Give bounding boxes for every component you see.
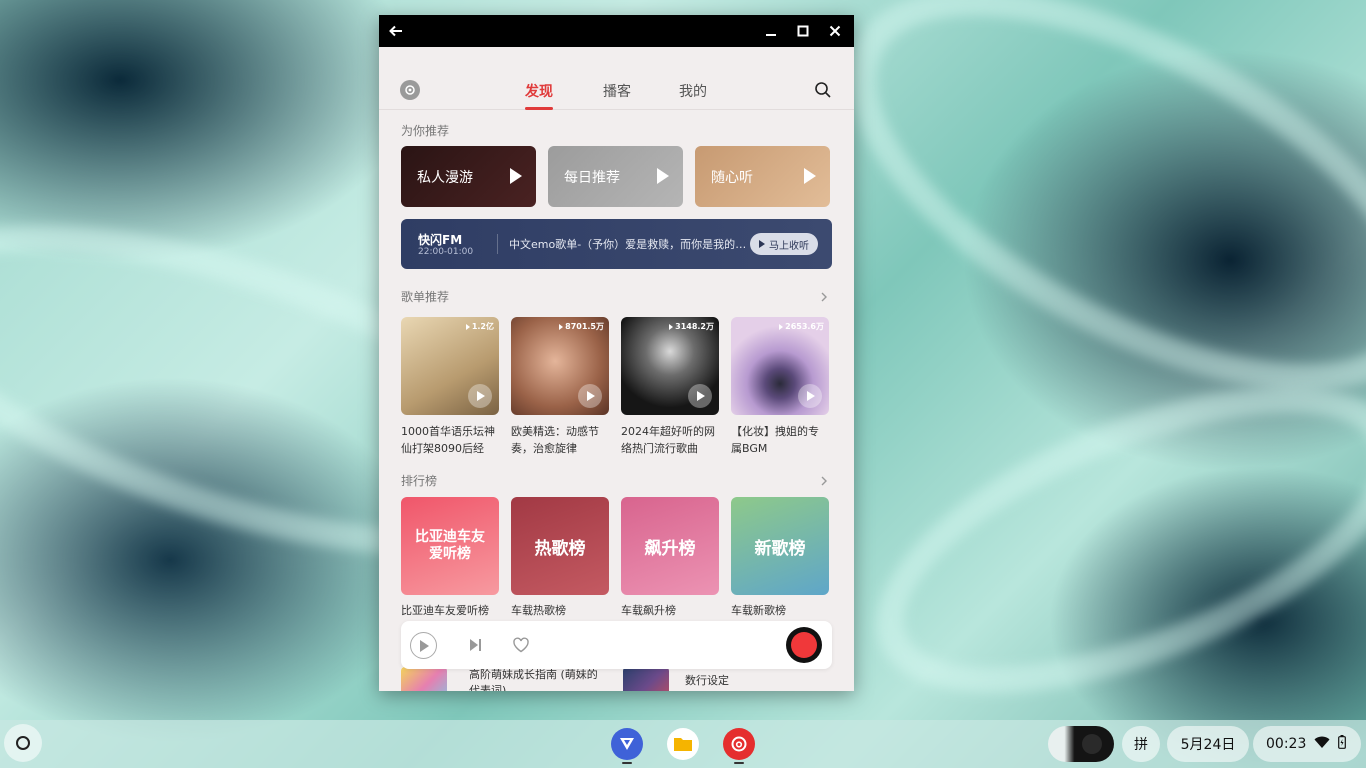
rec-card-label: 每日推荐 (564, 169, 620, 186)
tote-holding-space[interactable] (1048, 726, 1114, 762)
play-icon (804, 168, 816, 184)
playlist-cover: 8701.5万 (511, 317, 609, 415)
playlist-cover: 3148.2万 (621, 317, 719, 415)
date-tray[interactable]: 5月24日 (1167, 726, 1249, 762)
fm-name: 快闪FM (418, 233, 463, 247)
dock-running-indicator (622, 762, 632, 764)
search-icon[interactable] (814, 81, 832, 99)
battery-icon (1338, 735, 1347, 753)
ranking-title: 车载热歌榜 (511, 604, 566, 617)
launcher-circle-icon (16, 736, 30, 750)
maximize-icon[interactable] (794, 22, 812, 40)
back-arrow-icon[interactable] (387, 22, 405, 40)
ranking-cover: 比亚迪车友爱听榜 (401, 497, 499, 595)
ranking-card[interactable]: 热歌榜 车载热歌榜 (511, 497, 609, 618)
chevron-right-icon[interactable] (819, 471, 829, 486)
playlist-title: 欧美精选：动感节奏，治愈旋律 (511, 425, 599, 455)
playlist-title: 2024年超好听的网络热门流行歌曲 (621, 425, 715, 455)
play-icon[interactable] (578, 384, 602, 408)
rec-card-daily[interactable]: 每日推荐 (548, 146, 683, 207)
status-tray[interactable]: 00:23 (1253, 726, 1361, 762)
rec-card-random[interactable]: 随心听 (695, 146, 830, 207)
play-button-icon[interactable] (410, 632, 437, 659)
tab-mine[interactable]: 我的 (679, 81, 707, 101)
list-item-title: 高阶萌妹成长指南 (萌妹的代表词) (469, 668, 598, 691)
playlist-cover: 1.2亿 (401, 317, 499, 415)
ranking-title: 车载新歌榜 (731, 604, 786, 617)
app-header: 发现 播客 我的 (379, 47, 854, 110)
ranking-cover: 飙升榜 (621, 497, 719, 595)
skip-next-icon[interactable] (467, 637, 483, 653)
ime-indicator[interactable]: 拼 (1122, 726, 1160, 762)
playlist-title: 1000首华语乐坛神仙打架8090后经典... (401, 425, 495, 455)
play-icon (510, 168, 522, 184)
wallpaper-swirl (835, 323, 1366, 757)
wifi-icon (1314, 736, 1330, 753)
fm-description: 中文emo歌单-（予你）爱是救赎，而你是我的解... (509, 238, 755, 251)
holding-space-icon (1082, 734, 1102, 754)
list-item-thumb (623, 667, 669, 691)
rec-card-label: 私人漫游 (417, 169, 473, 186)
play-icon[interactable] (468, 384, 492, 408)
playlist-card[interactable]: 2653.6万 【化妆】拽姐的专属BGM (731, 317, 829, 457)
window-titlebar (379, 15, 854, 47)
flash-fm-banner[interactable]: 快闪FM 22:00-01:00 中文emo歌单-（予你）爱是救赎，而你是我的解… (401, 219, 832, 269)
mini-player (401, 621, 832, 669)
clock: 00:23 (1266, 736, 1307, 752)
ranking-card[interactable]: 比亚迪车友爱听榜 比亚迪车友爱听榜 (401, 497, 499, 618)
play-count-badge: 2653.6万 (779, 321, 824, 332)
ranking-cover: 新歌榜 (731, 497, 829, 595)
ranking-card[interactable]: 新歌榜 车载新歌榜 (731, 497, 829, 618)
section-title-playlists: 歌单推荐 (401, 290, 450, 304)
playlist-title: 【化妆】拽姐的专属BGM (731, 425, 819, 455)
record-disc-icon[interactable] (786, 627, 822, 663)
play-icon[interactable] (798, 384, 822, 408)
play-count-badge: 3148.2万 (669, 321, 714, 332)
ranking-card[interactable]: 飙升榜 车载飙升榜 (621, 497, 719, 618)
list-item-title: 数行设定 (685, 674, 729, 687)
section-title-recommend: 为你推荐 (401, 124, 450, 138)
tab-podcast[interactable]: 播客 (603, 81, 631, 101)
list-item-thumb (401, 667, 447, 691)
play-count-badge: 8701.5万 (559, 321, 604, 332)
netease-logo-icon[interactable] (400, 80, 420, 100)
dock-running-indicator (734, 762, 744, 764)
play-icon[interactable] (688, 384, 712, 408)
close-icon[interactable] (826, 22, 844, 40)
heart-icon[interactable] (512, 636, 530, 654)
dock-app-netease-music-icon[interactable] (723, 728, 755, 760)
play-icon (657, 168, 669, 184)
system-shelf: 拼 5月24日 00:23 (0, 720, 1366, 768)
ranking-title: 车载飙升榜 (621, 604, 676, 617)
play-icon (759, 240, 765, 248)
fm-divider (497, 234, 498, 254)
minimize-icon[interactable] (762, 22, 780, 40)
playlist-card[interactable]: 8701.5万 欧美精选：动感节奏，治愈旋律 (511, 317, 609, 457)
playlist-card[interactable]: 3148.2万 2024年超好听的网络热门流行歌曲 (621, 317, 719, 457)
ranking-cover: 热歌榜 (511, 497, 609, 595)
playlist-cover: 2653.6万 (731, 317, 829, 415)
fm-time: 22:00-01:00 (418, 247, 474, 257)
tab-discover[interactable]: 发现 (525, 81, 553, 110)
music-app-window: 发现 播客 我的 为你推荐 私人漫游 每日推荐 随心听 快闪FM 22:00-0… (379, 15, 854, 691)
rec-card-label: 随心听 (711, 169, 753, 186)
fm-listen-button[interactable]: 马上收听 (750, 233, 818, 255)
launcher-button[interactable] (4, 724, 42, 762)
section-title-ranking: 排行榜 (401, 474, 438, 488)
dock-app-vpn-icon[interactable] (611, 728, 643, 760)
fm-listen-label: 马上收听 (769, 240, 809, 252)
play-count-badge: 1.2亿 (465, 321, 494, 332)
ranking-title: 比亚迪车友爱听榜 (401, 604, 489, 617)
dock-app-files-icon[interactable] (667, 728, 699, 760)
rec-card-private-roam[interactable]: 私人漫游 (401, 146, 536, 207)
chevron-right-icon[interactable] (819, 287, 829, 302)
playlist-card[interactable]: 1.2亿 1000首华语乐坛神仙打架8090后经典... (401, 317, 499, 457)
